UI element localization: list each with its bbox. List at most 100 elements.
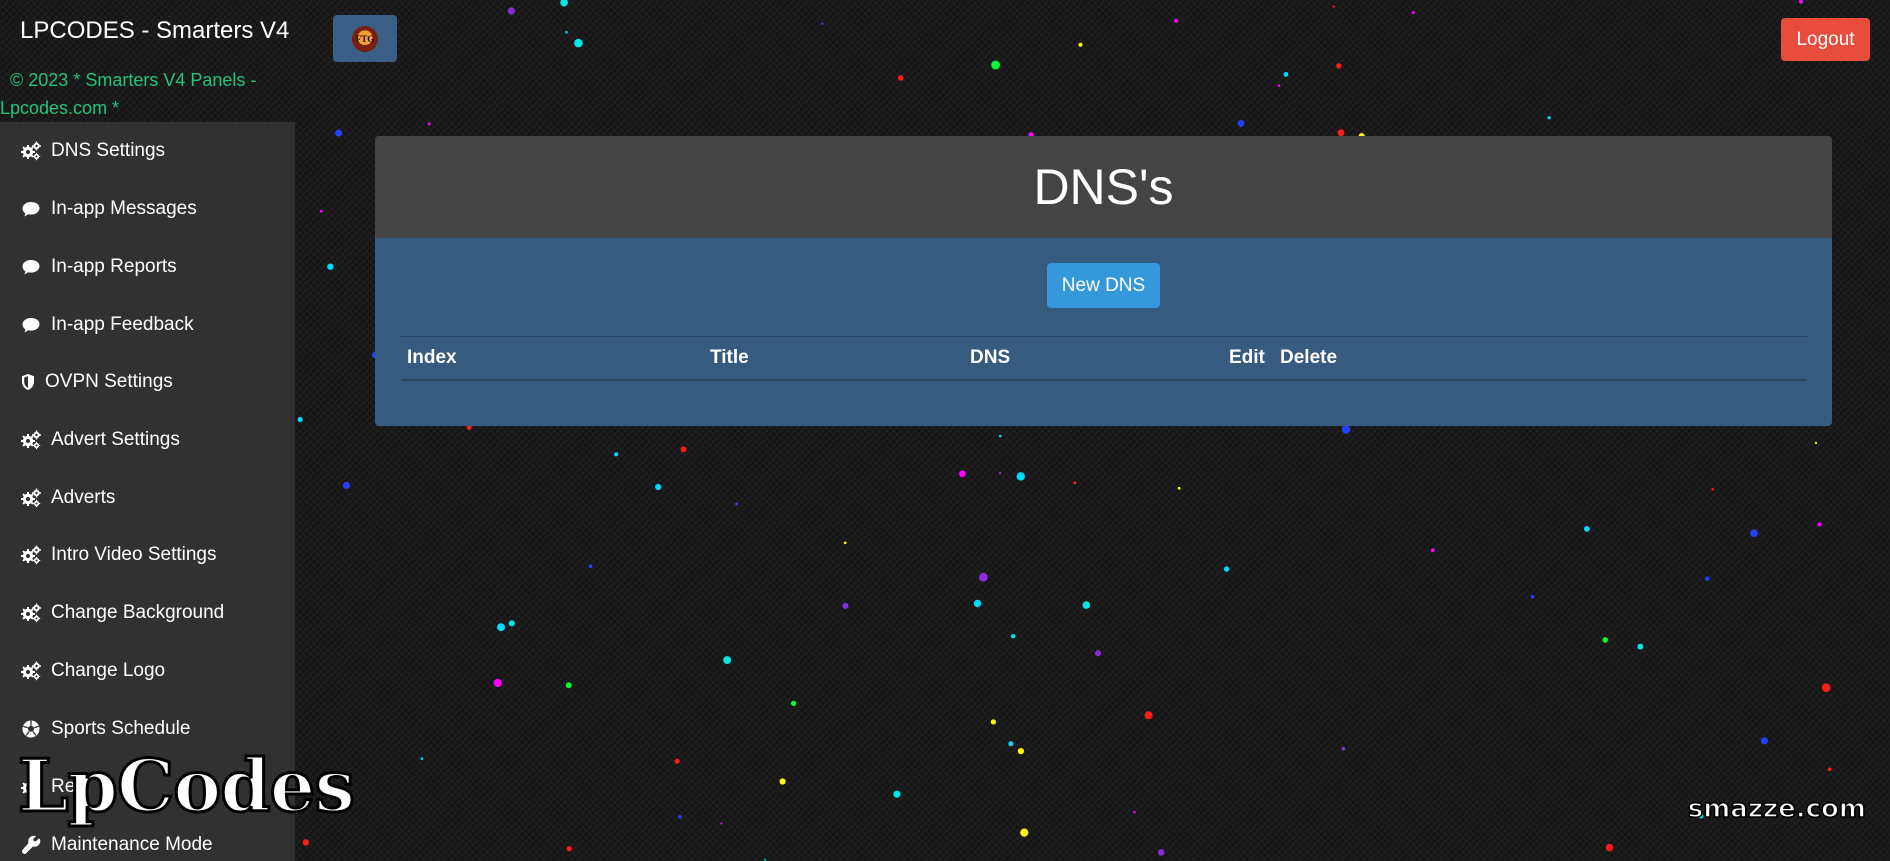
particle-dot — [1237, 120, 1245, 127]
particle-dot — [1705, 576, 1710, 581]
sidebar-item-maintenance-mode[interactable]: Maintenance Mode — [0, 825, 295, 861]
particle-dot — [735, 502, 739, 506]
particle-dot — [1530, 595, 1535, 599]
particle-dot — [420, 757, 424, 760]
particle-dot — [565, 30, 568, 34]
particle-dot — [342, 481, 350, 489]
sidebar-item-label: Change Background — [51, 602, 225, 623]
sidebar-item-dns-settings[interactable]: DNS Settings — [0, 131, 295, 171]
particle-dot — [1827, 767, 1832, 772]
particle-dot — [1430, 548, 1435, 553]
page-title: DNS's — [1033, 159, 1174, 215]
particle-dot — [1814, 441, 1818, 444]
lpcodes-watermark: LpCodes — [17, 743, 357, 828]
soccer-ball-icon — [20, 718, 42, 740]
particle-dot — [1332, 5, 1336, 8]
dns-table: Index Title DNS Edit Delete — [401, 336, 1807, 381]
new-dns-button[interactable]: New DNS — [1047, 263, 1160, 308]
logo-badge: FTG — [352, 25, 378, 52]
panel-header: DNS's — [375, 136, 1832, 238]
copyright-line-1: © 2023 * Smarters V4 Panels - — [10, 70, 257, 90]
sidebar-item-in-app-feedback[interactable]: In-app Feedback — [0, 305, 295, 345]
particle-dot — [507, 7, 515, 15]
particle-dot — [1341, 425, 1351, 434]
sidebar-item-label: In-app Feedback — [51, 314, 194, 335]
column-header-delete[interactable]: Delete — [1274, 336, 1807, 381]
particle-dot — [319, 209, 323, 213]
particle-dot — [978, 572, 988, 582]
particle-dot — [959, 470, 966, 478]
particle-dot — [990, 719, 997, 725]
particle-dot — [302, 839, 310, 846]
logo-button[interactable]: FTG — [333, 15, 397, 62]
sidebar-item-intro-video-settings[interactable]: Intro Video Settings — [0, 535, 295, 575]
particle-dot — [1411, 11, 1415, 15]
column-header-dns[interactable]: DNS — [964, 336, 1223, 381]
sidebar-item-label: Change Logo — [51, 660, 166, 681]
particle-dot — [1082, 601, 1091, 609]
particle-dot — [779, 778, 786, 785]
copyright-line-2: Lpcodes.com * — [0, 98, 120, 118]
particle-dot — [497, 623, 505, 632]
particle-dot — [999, 472, 1002, 475]
particle-dot — [893, 790, 901, 798]
wrench-icon — [20, 834, 42, 856]
sidebar-item-label: Advert Settings — [51, 429, 180, 450]
sidebar-item-adverts[interactable]: Adverts — [0, 478, 295, 518]
particle-dot — [674, 758, 680, 764]
particle-dot — [1174, 18, 1179, 23]
particle-dot — [1750, 529, 1758, 537]
particle-dot — [493, 678, 502, 688]
particle-dot — [1547, 116, 1551, 120]
particle-dot — [678, 815, 682, 819]
comment-icon — [20, 314, 42, 336]
dns-panel: DNS's New DNS Index Title DNS Edit Delet… — [375, 136, 1832, 426]
particle-dot — [427, 122, 431, 126]
particle-dot — [1223, 566, 1230, 572]
sidebar-item-label: Maintenance Mode — [51, 834, 213, 855]
particle-dot — [1017, 748, 1024, 755]
column-header-edit[interactable]: Edit — [1223, 336, 1274, 381]
sidebar-item-change-logo[interactable]: Change Logo — [0, 651, 295, 691]
particle-dot — [566, 846, 572, 852]
particle-dot — [1078, 42, 1083, 47]
gears-icon — [20, 602, 42, 624]
particle-dot — [297, 416, 303, 423]
particle-dot — [1016, 472, 1025, 481]
particle-dot — [655, 483, 662, 491]
particle-dot — [1144, 711, 1153, 720]
particle-dot — [1277, 84, 1281, 87]
particle-dot — [335, 129, 343, 137]
sidebar-item-label: In-app Messages — [51, 198, 197, 219]
shield-icon — [20, 371, 36, 393]
column-header-title[interactable]: Title — [704, 336, 964, 381]
sidebar-item-label: In-app Reports — [51, 256, 177, 277]
gears-icon — [20, 544, 42, 566]
sidebar-item-in-app-reports[interactable]: In-app Reports — [0, 247, 295, 287]
particle-dot — [508, 620, 515, 627]
particle-dot — [560, 0, 568, 7]
gears-icon — [20, 660, 42, 682]
particle-dot — [821, 22, 824, 25]
particle-dot — [1341, 746, 1346, 751]
sidebar-item-advert-settings[interactable]: Advert Settings — [0, 420, 295, 460]
sidebar-item-ovpn-settings[interactable]: OVPN Settings — [0, 362, 295, 402]
particle-dot — [574, 38, 583, 48]
smazze-watermark: smazze.com — [1687, 793, 1867, 825]
particle-dot — [1177, 486, 1181, 490]
particle-dot — [791, 700, 797, 707]
sidebar-item-in-app-messages[interactable]: In-app Messages — [0, 189, 295, 229]
comment-icon — [20, 256, 42, 278]
gears-icon — [20, 487, 42, 509]
column-header-index[interactable]: Index — [401, 336, 704, 381]
particle-dot — [1073, 481, 1077, 485]
particle-dot — [614, 452, 619, 457]
brand-title: LPCODES - Smarters V4 — [20, 17, 290, 44]
sidebar-item-change-background[interactable]: Change Background — [0, 593, 295, 633]
particle-dot — [680, 446, 687, 453]
logout-button[interactable]: Logout — [1781, 18, 1870, 61]
particle-dot — [1605, 843, 1614, 852]
particle-dot — [842, 602, 849, 609]
gears-icon — [20, 429, 42, 451]
particle-dot — [1283, 72, 1289, 77]
